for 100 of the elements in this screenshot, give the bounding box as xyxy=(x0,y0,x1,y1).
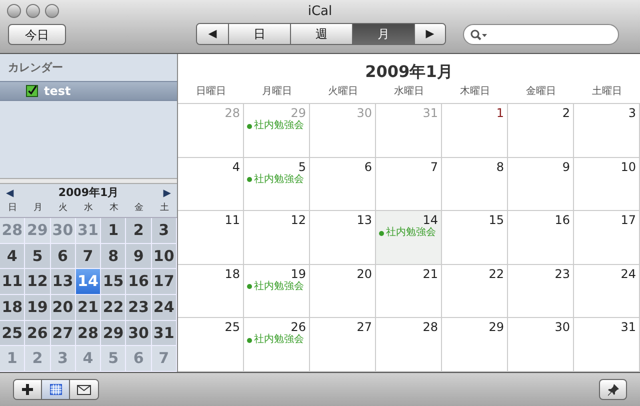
mini-day[interactable]: 25 xyxy=(0,320,26,346)
day-cell[interactable]: 4 xyxy=(178,158,244,212)
search-field[interactable] xyxy=(463,24,619,45)
view-tab[interactable]: 日 xyxy=(229,24,291,44)
view-tab[interactable]: 週 xyxy=(291,24,353,44)
mini-day[interactable]: 14 xyxy=(76,269,102,295)
checkbox[interactable] xyxy=(26,84,38,96)
previous-button[interactable]: ◀ xyxy=(197,24,229,44)
weekday-header: 金曜日 xyxy=(526,85,556,99)
minimize-button[interactable] xyxy=(26,4,40,18)
day-cell[interactable]: 13 xyxy=(310,211,376,265)
mini-day[interactable]: 8 xyxy=(101,244,126,270)
view-tab[interactable]: 月 xyxy=(353,24,415,44)
mini-day[interactable]: 29 xyxy=(101,320,126,346)
month-title: 2009年1月 xyxy=(364,61,454,83)
mini-day[interactable]: 2 xyxy=(126,218,152,244)
weekday-header: 日曜日 xyxy=(196,85,226,99)
weekday-header: 木曜日 xyxy=(460,84,490,99)
close-button[interactable] xyxy=(7,4,21,18)
day-number: 13 xyxy=(356,213,372,228)
day-cell[interactable]: 25 xyxy=(178,318,244,372)
day-number: 19 xyxy=(290,266,306,281)
mini-day[interactable]: 7 xyxy=(76,244,102,270)
mini-calendar-toggle[interactable] xyxy=(42,380,70,399)
day-number: 15 xyxy=(488,213,504,228)
mini-day[interactable]: 18 xyxy=(0,294,26,321)
day-cell[interactable]: 26 社内勉強会 xyxy=(244,318,310,372)
mini-day[interactable]: 24 xyxy=(152,294,177,321)
day-cell[interactable]: 5 社内勉強会 xyxy=(244,158,310,212)
notifications-button[interactable] xyxy=(70,380,98,399)
mini-day[interactable]: 13 xyxy=(50,269,76,295)
day-cell[interactable]: 7 xyxy=(376,158,442,212)
pin-button[interactable] xyxy=(599,379,627,400)
mini-day[interactable]: 5 xyxy=(25,244,51,270)
day-cell[interactable]: 14 社内勉強会 xyxy=(376,211,442,265)
mini-day[interactable]: 11 xyxy=(0,269,26,295)
weekday-label: 月 xyxy=(33,202,42,215)
mini-day[interactable]: 19 xyxy=(25,294,51,321)
day-cell[interactable]: 28 xyxy=(376,318,442,372)
add-button[interactable] xyxy=(14,380,42,399)
day-cell[interactable]: 11 xyxy=(178,211,244,265)
today-button[interactable]: 今日 xyxy=(8,24,66,45)
mini-day[interactable]: 3 xyxy=(152,218,177,244)
day-number: 8 xyxy=(496,160,504,174)
day-cell[interactable]: 3 xyxy=(574,104,640,158)
mini-day[interactable]: 28 xyxy=(76,320,102,346)
next-month-button[interactable]: ▶ xyxy=(163,186,171,200)
mini-day[interactable]: 20 xyxy=(50,294,76,321)
day-cell[interactable]: 23 xyxy=(508,264,574,318)
day-cell[interactable]: 2 xyxy=(508,104,574,158)
day-cell[interactable]: 30 xyxy=(508,318,574,372)
day-cell[interactable]: 22 xyxy=(442,264,508,318)
mini-day[interactable]: 31 xyxy=(152,320,177,346)
day-cell[interactable]: 16 xyxy=(508,211,574,265)
previous-month-button[interactable]: ◀ xyxy=(6,186,14,200)
day-cell[interactable]: 9 xyxy=(508,158,574,212)
day-cell[interactable]: 18 xyxy=(178,264,244,318)
sidebar-header: カレンダー xyxy=(7,60,64,76)
day-cell[interactable]: 24 xyxy=(574,264,640,318)
next-button[interactable]: ▶ xyxy=(415,24,445,44)
mini-day[interactable]: 10 xyxy=(152,244,177,270)
weekday-header: 火曜日 xyxy=(328,84,358,99)
day-number: 29 xyxy=(488,320,504,334)
mini-day[interactable]: 15 xyxy=(101,269,126,295)
day-number: 31 xyxy=(422,106,438,120)
day-cell[interactable]: 1 xyxy=(442,104,508,158)
mini-day[interactable]: 9 xyxy=(126,244,152,270)
mini-day[interactable]: 12 xyxy=(25,269,51,295)
day-cell[interactable]: 29 xyxy=(442,318,508,372)
day-cell[interactable]: 17 xyxy=(574,211,640,265)
mini-day[interactable]: 21 xyxy=(76,294,102,321)
search-icon xyxy=(470,28,488,40)
weekday-label: 土 xyxy=(160,202,169,215)
splitter-handle[interactable] xyxy=(0,178,177,184)
day-number: 22 xyxy=(488,266,504,281)
day-cell[interactable]: 8 xyxy=(442,158,508,212)
day-cell[interactable]: 31 xyxy=(574,318,640,372)
day-cell[interactable]: 10 xyxy=(574,158,640,212)
day-cell[interactable]: 21 xyxy=(376,264,442,318)
day-cell[interactable]: 19 社内勉強会 xyxy=(244,264,310,318)
day-number: 29 xyxy=(290,106,306,120)
day-cell[interactable]: 20 xyxy=(310,264,376,318)
day-cell[interactable]: 15 xyxy=(442,211,508,265)
mini-day[interactable]: 27 xyxy=(50,320,76,346)
mini-day[interactable]: 22 xyxy=(101,294,126,321)
mini-day[interactable]: 26 xyxy=(25,320,51,346)
day-cell[interactable]: 6 xyxy=(310,158,376,212)
day-number: 3 xyxy=(628,106,636,120)
mini-day[interactable]: 17 xyxy=(152,269,177,295)
mini-day[interactable]: 23 xyxy=(126,294,152,321)
mini-day[interactable]: 6 xyxy=(50,244,76,270)
weekday-header: 土曜日 xyxy=(592,84,622,99)
day-number: 26 xyxy=(290,320,306,334)
day-cell[interactable]: 12 xyxy=(244,211,310,265)
mini-day[interactable]: 30 xyxy=(126,320,152,346)
day-cell[interactable]: 27 xyxy=(310,318,376,372)
mini-day[interactable]: 4 xyxy=(0,244,26,270)
mini-day[interactable]: 1 xyxy=(101,218,126,244)
zoom-button[interactable] xyxy=(45,4,59,18)
mini-day[interactable]: 16 xyxy=(126,269,152,295)
